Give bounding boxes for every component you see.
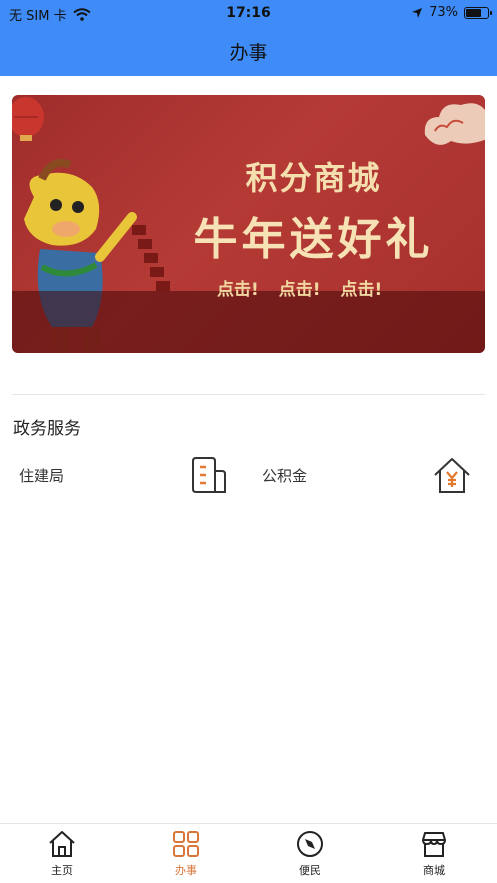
banner-bottom-shade (12, 291, 485, 353)
banner-subheadline: 牛年送好礼 (193, 214, 434, 265)
tab-label: 主页 (51, 864, 73, 877)
service-label: 公积金 (262, 467, 308, 485)
section-divider (12, 394, 485, 395)
tab-label: 办事 (175, 864, 197, 877)
banner-click-prompts: 点击! 点击! 点击! (217, 275, 382, 300)
promo-banner[interactable]: 积分商城 牛年送好礼 点击! 点击! 点击! (12, 95, 485, 353)
battery-icon (464, 6, 492, 19)
tab-label: 商城 (423, 864, 445, 877)
status-bar: 无 SIM 卡 17:16 73% (0, 0, 497, 28)
top-bar: 无 SIM 卡 17:16 73% 办事 (0, 0, 497, 76)
battery-percent: 73% (429, 5, 458, 20)
lantern-icon (12, 97, 44, 141)
service-zhujianju[interactable]: 住建局 (19, 455, 259, 495)
status-right: 73% (411, 5, 492, 20)
tab-home[interactable]: 主页 (22, 829, 102, 881)
cloud-ornament-icon (424, 103, 485, 145)
click-prompt: 点击! (217, 280, 259, 300)
click-prompt: 点击! (340, 280, 383, 300)
click-prompt: 点击! (278, 280, 321, 300)
bottom-tab-bar: 主页 办事 便民 商城 (0, 823, 497, 883)
grid-icon (173, 831, 199, 857)
tab-shangcheng[interactable]: 商城 (394, 829, 474, 881)
battery-fill (466, 8, 481, 17)
section-title: 政务服务 (13, 419, 81, 439)
tab-bianmin[interactable]: 便民 (270, 829, 350, 881)
store-icon (422, 832, 446, 857)
home-icon (49, 831, 75, 857)
battery-nub (490, 10, 492, 15)
house-yuan-icon (434, 458, 470, 493)
tab-banshi[interactable]: 办事 (146, 829, 226, 881)
page-title: 办事 (229, 42, 268, 64)
building-document-icon (192, 457, 226, 493)
banner-headline: 积分商城 (245, 159, 382, 197)
app-screen: 无 SIM 卡 17:16 73% 办事 积分商城 牛年送好礼 点击! 点击! … (0, 0, 497, 883)
location-arrow-icon (412, 7, 423, 18)
tab-label: 便民 (299, 864, 321, 877)
service-gongjijin[interactable]: 公积金 (262, 455, 497, 495)
compass-icon (297, 831, 323, 857)
service-label: 住建局 (19, 467, 65, 485)
